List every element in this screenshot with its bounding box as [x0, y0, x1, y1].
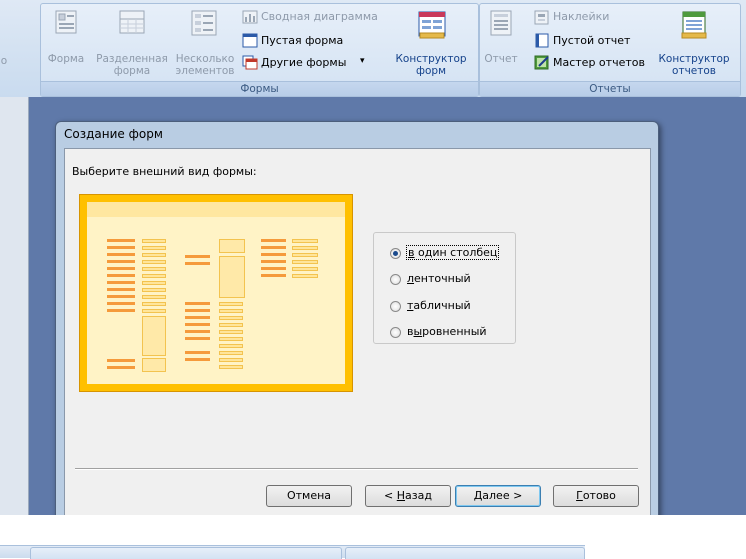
radio-datasheet[interactable]: [390, 301, 401, 312]
next-button[interactable]: Далее >: [455, 485, 541, 507]
reports-group-title: Отчеты: [480, 81, 740, 96]
radio-justified[interactable]: [390, 327, 401, 338]
report-icon: [490, 10, 512, 36]
report-wizard-button[interactable]: Мастер отчетов: [534, 55, 654, 71]
more-forms-label: Другие формы: [261, 56, 347, 69]
ribbon: о Формы Форма Разделенная форма Нескольк…: [0, 0, 746, 98]
radio-columnar[interactable]: [390, 248, 401, 259]
blank-form-icon: [242, 33, 258, 48]
pivot-chart-label: Сводная диаграмма: [261, 10, 378, 23]
ribbon-cut-label: о: [0, 55, 8, 67]
blank-form-button[interactable]: Пустая форма: [242, 33, 362, 49]
option-tabular-label: ленточный: [407, 272, 471, 285]
option-columnar[interactable]: в один столбец: [390, 245, 510, 261]
report-designer-label-2: отчетов: [672, 65, 716, 77]
forms-group-title: Формы: [41, 81, 478, 96]
report-button[interactable]: Отчет: [482, 8, 520, 78]
labels-label: Наклейки: [553, 10, 610, 23]
report-designer-label-1: Конструктор: [658, 53, 730, 65]
form-icon: [55, 10, 77, 34]
report-designer-icon: [681, 11, 707, 39]
split-form-button[interactable]: Разделенная форма: [92, 8, 172, 78]
split-form-label-2: форма: [113, 65, 151, 77]
form-designer-label-1: Конструктор: [395, 53, 467, 65]
more-forms-button[interactable]: Другие формы ▾: [242, 55, 372, 71]
option-justified-label: выровненный: [407, 325, 487, 338]
multiple-items-label-2: элементов: [175, 65, 235, 77]
report-designer-button[interactable]: Конструктор отчетов: [652, 8, 736, 78]
option-justified[interactable]: выровненный: [390, 324, 510, 340]
more-forms-icon: [242, 55, 258, 70]
blank-report-icon: [535, 33, 549, 48]
radio-tabular[interactable]: [390, 274, 401, 285]
split-form-icon: [119, 10, 145, 34]
second-ribbon-reports-group: [345, 547, 585, 559]
layout-preview: [79, 194, 353, 392]
form-designer-icon: [418, 11, 446, 39]
labels-icon: [534, 10, 549, 25]
multiple-items-label-1: Несколько: [175, 53, 235, 65]
layout-prompt: Выберите внешний вид формы:: [72, 165, 257, 178]
finish-button[interactable]: Готово: [553, 485, 639, 507]
dialog-title: Создание форм: [64, 127, 163, 141]
more-forms-dropdown-icon: ▾: [360, 56, 365, 66]
form-label: Форма: [47, 53, 85, 65]
multiple-items-icon: [191, 10, 217, 36]
form-designer-label-2: форм: [416, 65, 446, 77]
option-datasheet-label: табличный: [407, 299, 471, 312]
report-wizard-label: Мастер отчетов: [553, 56, 645, 69]
report-label: Отчет: [484, 53, 518, 65]
option-columnar-label: в один столбец: [406, 245, 500, 260]
labels-button[interactable]: Наклейки: [534, 10, 644, 26]
option-datasheet[interactable]: табличный: [390, 298, 510, 314]
pivot-chart-icon: [242, 10, 258, 24]
second-ribbon-edge: [0, 545, 585, 559]
layout-preview-canvas: [87, 202, 345, 384]
back-button[interactable]: < Назад: [365, 485, 451, 507]
navigation-pane-edge[interactable]: [0, 97, 29, 515]
dialog-separator: [75, 468, 638, 470]
second-ribbon-forms-group: [30, 547, 342, 559]
form-button[interactable]: Форма: [43, 8, 89, 78]
blank-report-button[interactable]: Пустой отчет: [534, 33, 644, 49]
cancel-button[interactable]: Отмена: [266, 485, 352, 507]
blank-report-label: Пустой отчет: [553, 34, 631, 47]
split-form-label-1: Разделенная: [96, 53, 168, 65]
preview-header-band: [87, 202, 345, 217]
multiple-items-button[interactable]: Несколько элементов: [173, 8, 237, 78]
form-designer-button[interactable]: Конструктор форм: [390, 8, 472, 78]
blank-form-label: Пустая форма: [261, 34, 344, 47]
option-tabular[interactable]: ленточный: [390, 271, 510, 287]
pivot-chart-button[interactable]: Сводная диаграмма: [242, 10, 387, 26]
report-wizard-icon: [534, 55, 549, 70]
